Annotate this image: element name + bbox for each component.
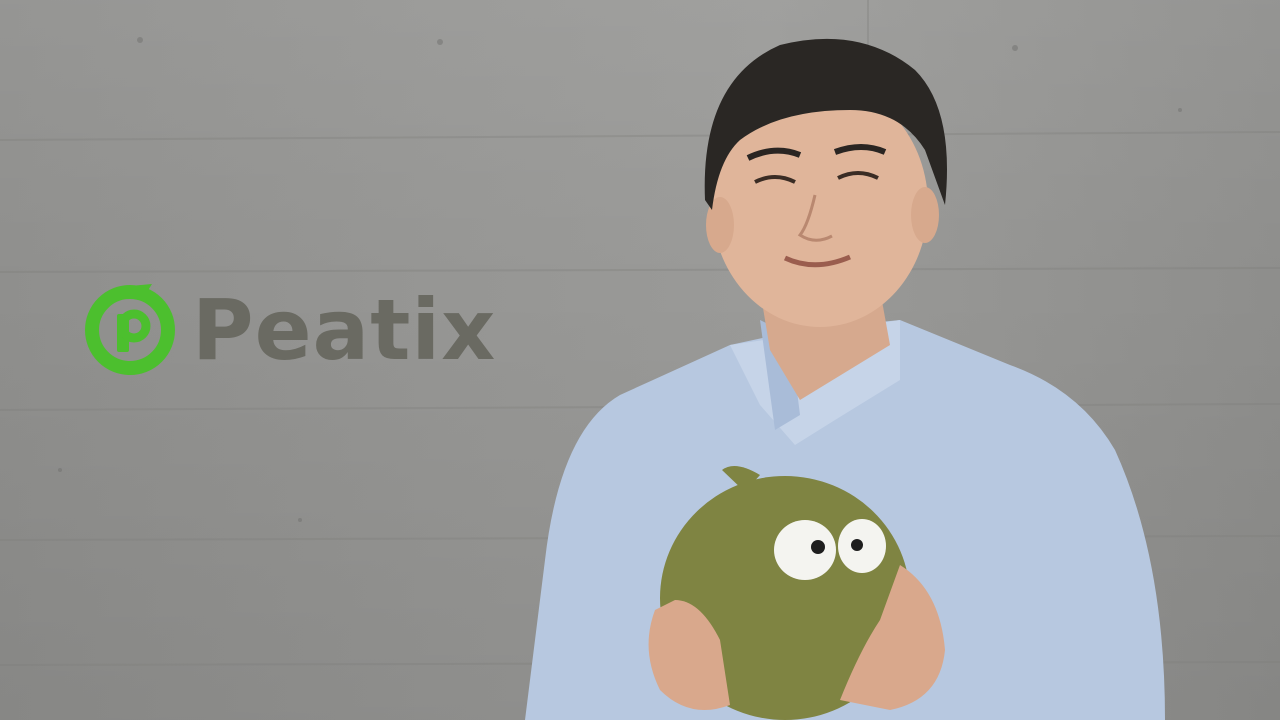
photo-scene: Peatix bbox=[0, 0, 1280, 720]
person-with-mascot bbox=[525, 38, 1165, 720]
